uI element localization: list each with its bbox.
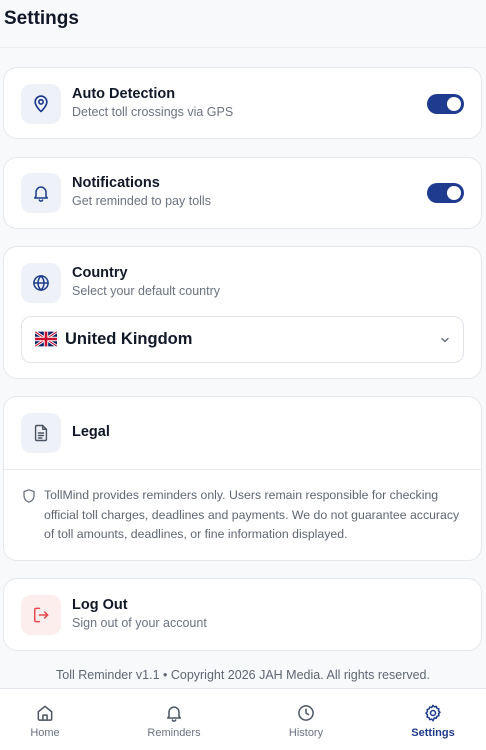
bell-icon (167, 706, 181, 722)
nav-history[interactable]: History (256, 689, 356, 750)
toggle-knob (447, 186, 461, 200)
shield-icon (23, 489, 35, 503)
home-icon (37, 705, 53, 721)
header: Settings (0, 0, 486, 48)
legal-row[interactable]: Legal (21, 413, 464, 453)
nav-home-label: Home (30, 727, 60, 739)
location-pin-icon (21, 84, 61, 124)
bell-icon (21, 173, 61, 213)
gear-icon (425, 704, 441, 722)
auto-detection-row: Auto Detection Detect toll crossings via… (21, 84, 464, 124)
chevron-down-icon (441, 337, 449, 343)
notifications-title: Notifications (72, 175, 160, 191)
nav-settings-label: Settings (411, 727, 455, 739)
copyright-text: Toll Reminder v1.1 • Copyright 2026 JAH … (56, 668, 430, 682)
notifications-subtitle: Get reminded to pay tolls (72, 194, 211, 208)
toggle-knob (447, 97, 461, 111)
document-icon (21, 413, 61, 453)
country-card: Country Select your default country Unit… (3, 246, 482, 379)
notifications-row: Notifications Get reminded to pay tolls (21, 173, 464, 213)
uk-flag-icon (35, 331, 57, 347)
settings-screen: Settings Auto Detection Detect toll cros… (0, 0, 486, 750)
nav-history-label: History (288, 727, 324, 739)
nav-home[interactable]: Home (0, 689, 95, 750)
notifications-toggle[interactable] (427, 183, 464, 203)
clock-icon (298, 705, 314, 721)
auto-detection-card: Auto Detection Detect toll crossings via… (3, 67, 482, 139)
legal-disclaimer: TollMind provides reminders only. Users … (44, 488, 460, 541)
country-row: Country Select your default country (21, 263, 464, 303)
globe-icon (21, 263, 61, 303)
country-title: Country (72, 265, 128, 281)
logout-subtitle: Sign out of your account (72, 616, 207, 630)
logout-row[interactable]: Log Out Sign out of your account (21, 595, 464, 635)
auto-detection-title: Auto Detection (72, 86, 176, 102)
auto-detection-subtitle: Detect toll crossings via GPS (72, 105, 234, 119)
legal-card: Legal TollMind provides reminders only. … (3, 396, 482, 561)
nav-reminders-label: Reminders (147, 727, 201, 739)
country-subtitle: Select your default country (72, 284, 220, 298)
country-select-value: United Kingdom (65, 330, 193, 348)
auto-detection-toggle[interactable] (427, 94, 464, 114)
legal-title: Legal (72, 424, 110, 440)
nav-reminders[interactable]: Reminders (124, 689, 224, 750)
legal-divider (4, 469, 481, 470)
logout-icon (21, 595, 61, 635)
country-select[interactable]: United Kingdom (21, 316, 464, 363)
bottom-nav: Home Reminders History Settings (0, 688, 486, 750)
nav-settings[interactable]: Settings (383, 689, 483, 750)
page-title: Settings (4, 8, 79, 29)
notifications-card: Notifications Get reminded to pay tolls (3, 157, 482, 229)
logout-title: Log Out (72, 597, 128, 613)
logout-card[interactable]: Log Out Sign out of your account (3, 578, 482, 651)
